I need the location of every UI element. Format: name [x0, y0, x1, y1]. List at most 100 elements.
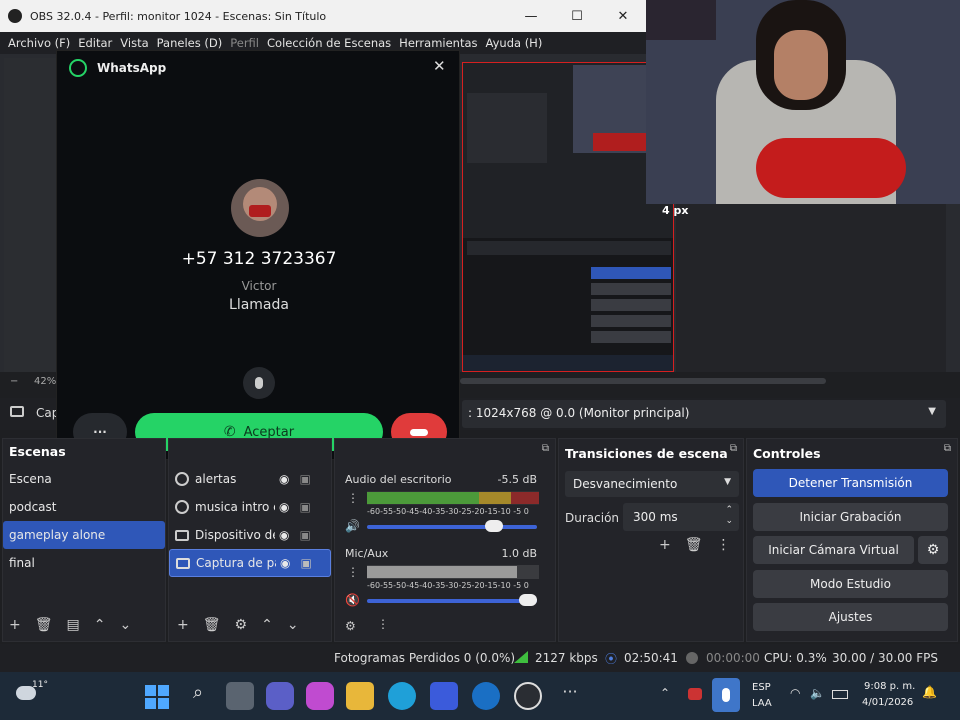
mic-slider[interactable]: [367, 594, 537, 606]
mute-mic-button[interactable]: [243, 367, 275, 399]
wifi-icon[interactable]: ◠: [790, 686, 800, 700]
preview-canvas[interactable]: [462, 62, 674, 372]
speaker-icon[interactable]: 🔊: [345, 519, 360, 533]
add-icon[interactable]: +: [659, 537, 671, 553]
source-item[interactable]: alertas ◉ ▣: [169, 465, 331, 493]
preview-hscrollbar[interactable]: [460, 378, 826, 384]
eye-icon[interactable]: ◉: [280, 556, 290, 570]
transition-select[interactable]: Desvanecimiento ▼: [565, 471, 739, 497]
dock-undock-icon[interactable]: ⧉: [730, 443, 737, 454]
start-icon[interactable]: [142, 682, 170, 710]
lock-icon[interactable]: ▣: [299, 528, 310, 542]
teams-icon[interactable]: [266, 682, 294, 710]
hp-icon[interactable]: [472, 682, 500, 710]
more-vertical-icon[interactable]: ⋮: [377, 617, 389, 631]
virtual-camera-settings-button[interactable]: ⚙: [918, 536, 948, 564]
minimize-button[interactable]: —: [508, 0, 554, 32]
menu-coleccion[interactable]: Colección de Escenas: [267, 36, 391, 50]
desktop-audio-slider[interactable]: [367, 520, 537, 532]
dock-undock-icon[interactable]: ⧉: [542, 443, 549, 454]
menu-paneles[interactable]: Paneles (D): [157, 36, 223, 50]
gear-icon: ⚙: [926, 542, 940, 558]
notification-bell-icon[interactable]: 🔔: [922, 685, 937, 699]
task-view-icon[interactable]: [226, 682, 254, 710]
zoom-minus-icon[interactable]: −: [10, 376, 18, 387]
stop-streaming-button[interactable]: Detener Transmisión: [753, 469, 948, 497]
studio-mode-button[interactable]: Modo Estudio: [753, 570, 948, 598]
battery-icon[interactable]: [832, 690, 848, 699]
transitions-dock: Transiciones de escena ⧉ Desvanecimiento…: [558, 438, 744, 642]
dock-undock-icon[interactable]: ⧉: [944, 443, 951, 454]
gear-icon[interactable]: ⚙: [235, 617, 248, 633]
advanced-audio-icon[interactable]: ⚙: [345, 619, 356, 633]
menu-ayuda[interactable]: Ayuda (H): [486, 36, 543, 50]
language-code[interactable]: ESP: [752, 682, 771, 693]
maximize-button[interactable]: ☐: [554, 0, 600, 32]
close-window-button[interactable]: ✕: [600, 0, 646, 32]
chevron-up-icon[interactable]: ⌃: [660, 686, 670, 700]
keyboard-layout[interactable]: LAA: [752, 698, 772, 709]
volume-icon[interactable]: 🔈: [810, 686, 825, 700]
trash-icon[interactable]: 🗑: [203, 617, 221, 633]
close-icon[interactable]: ✕: [433, 57, 446, 75]
menu-archivo[interactable]: Archivo (F): [8, 36, 70, 50]
source-item-selected[interactable]: Captura de pa ◉ ▣: [169, 549, 331, 577]
chevron-up-icon[interactable]: ⌃: [94, 617, 106, 633]
more-vertical-icon[interactable]: ⋮: [347, 565, 359, 579]
add-icon[interactable]: +: [177, 617, 189, 633]
obs-taskbar-icon[interactable]: [514, 682, 542, 710]
store-icon[interactable]: [430, 682, 458, 710]
chevron-down-icon: ▼: [724, 477, 731, 487]
title-bar: OBS 32.0.4 - Perfil: monitor 1024 - Esce…: [0, 0, 646, 32]
edge-icon[interactable]: [388, 682, 416, 710]
chevron-up-icon[interactable]: ⌃: [261, 617, 273, 633]
monitor-select[interactable]: : 1024x768 @ 0.0 (Monitor principal) ▼: [462, 400, 946, 428]
scene-item[interactable]: final: [3, 549, 165, 577]
eye-icon[interactable]: ◉: [279, 528, 289, 542]
trash-icon[interactable]: 🗑: [35, 617, 53, 633]
stream-icon: ⦿: [605, 651, 618, 666]
eye-icon[interactable]: ◉: [279, 472, 289, 486]
clock-time[interactable]: 9:08 p. m.: [864, 681, 915, 692]
search-icon[interactable]: ⌕: [184, 682, 212, 710]
scene-item[interactable]: Escena: [3, 465, 165, 493]
lock-icon[interactable]: ▣: [300, 556, 311, 570]
clock-date[interactable]: 4/01/2026: [862, 697, 913, 708]
desktop-audio-db: -5.5 dB: [497, 473, 538, 486]
lock-icon[interactable]: ▣: [299, 472, 310, 486]
caller-avatar: [231, 179, 289, 237]
menu-vista[interactable]: Vista: [120, 36, 148, 50]
copilot-icon[interactable]: [306, 682, 334, 710]
more-vertical-icon[interactable]: ⋮: [717, 537, 731, 553]
file-explorer-icon[interactable]: [346, 682, 374, 710]
transitions-title: Transiciones de escena: [565, 445, 728, 461]
obs-logo-icon: [8, 9, 22, 23]
menu-editar[interactable]: Editar: [78, 36, 112, 50]
chevron-down-icon[interactable]: ⌄: [287, 617, 299, 633]
tray-app-icon[interactable]: [688, 688, 702, 700]
menu-herramientas[interactable]: Herramientas: [399, 36, 477, 50]
duration-input[interactable]: 300 ms ⌃ ⌄: [623, 503, 739, 531]
stepper-icon[interactable]: ⌃ ⌄: [725, 505, 733, 527]
start-virtual-camera-button[interactable]: Iniciar Cámara Virtual: [753, 536, 914, 564]
scene-item-selected[interactable]: gameplay alone: [3, 521, 165, 549]
source-item[interactable]: musica intro c ◉ ▣: [169, 493, 331, 521]
settings-button[interactable]: Ajustes: [753, 603, 948, 631]
scene-item[interactable]: podcast: [3, 493, 165, 521]
desktop-audio-label: Audio del escritorio: [345, 473, 452, 486]
microphone-tray-icon[interactable]: [712, 678, 740, 712]
fps: 30.00 / 30.00 FPS: [832, 651, 938, 665]
menu-perfil[interactable]: Perfil: [230, 36, 259, 50]
browser-icon: [175, 472, 189, 486]
add-icon[interactable]: +: [9, 617, 21, 633]
muted-speaker-icon[interactable]: 🔇: [345, 593, 360, 607]
chevron-down-icon[interactable]: ⌄: [119, 617, 131, 633]
more-vertical-icon[interactable]: ⋮: [347, 491, 359, 505]
source-item[interactable]: Dispositivo de ◉ ▣: [169, 521, 331, 549]
more-apps-icon[interactable]: ···: [556, 682, 584, 710]
trash-icon[interactable]: 🗑: [685, 537, 703, 553]
filter-icon[interactable]: ▤: [67, 617, 80, 633]
lock-icon[interactable]: ▣: [299, 500, 310, 514]
start-recording-button[interactable]: Iniciar Grabación: [753, 503, 948, 531]
eye-icon[interactable]: ◉: [279, 500, 289, 514]
